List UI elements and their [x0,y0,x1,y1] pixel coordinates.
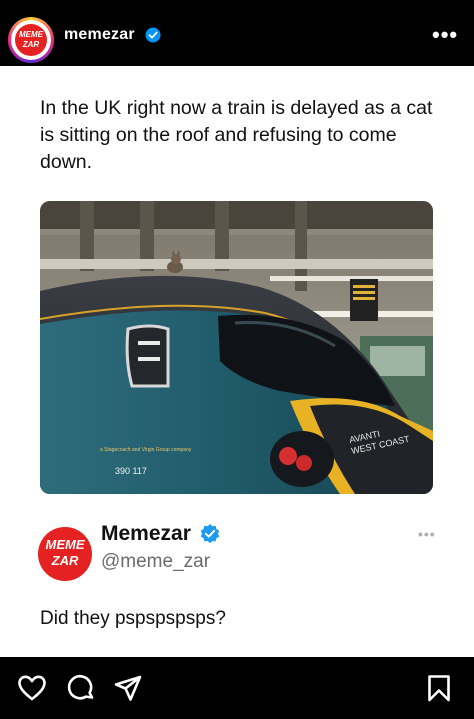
verified-badge-icon [200,524,220,544]
verified-badge-icon [145,27,161,43]
post-header: MEME ZAR memezar ••• [0,0,474,66]
post-text: In the UK right now a train is delayed a… [40,97,433,173]
username[interactable]: memezar [64,26,135,44]
heart-icon[interactable] [17,673,47,703]
train-photo-illustration: AVANTI WEST COAST a Stagecoach and Virgi… [40,201,433,494]
reply-text: Did they pspspspsps? [40,608,226,629]
quoted-more-button[interactable]: ••• [418,526,436,542]
post-card: In the UK right now a train is delayed a… [0,66,474,657]
profile-avatar[interactable]: MEME ZAR [8,17,54,63]
author-handle[interactable]: @meme_zar [101,551,210,573]
comment-icon[interactable] [66,673,96,703]
train-unit-number: 390 117 [115,466,147,476]
author-name[interactable]: Memezar [101,522,191,546]
memezar-logo: MEME ZAR [15,24,47,56]
post-photo[interactable]: AVANTI WEST COAST a Stagecoach and Virgi… [40,201,433,494]
action-bar [0,657,474,719]
author-avatar[interactable]: MEME ZAR [38,527,92,581]
train-small-print: a Stagecoach and Virgin Group company [100,447,192,453]
bookmark-icon[interactable] [424,673,454,703]
share-icon[interactable] [113,673,143,703]
more-options-button[interactable]: ••• [432,22,458,48]
